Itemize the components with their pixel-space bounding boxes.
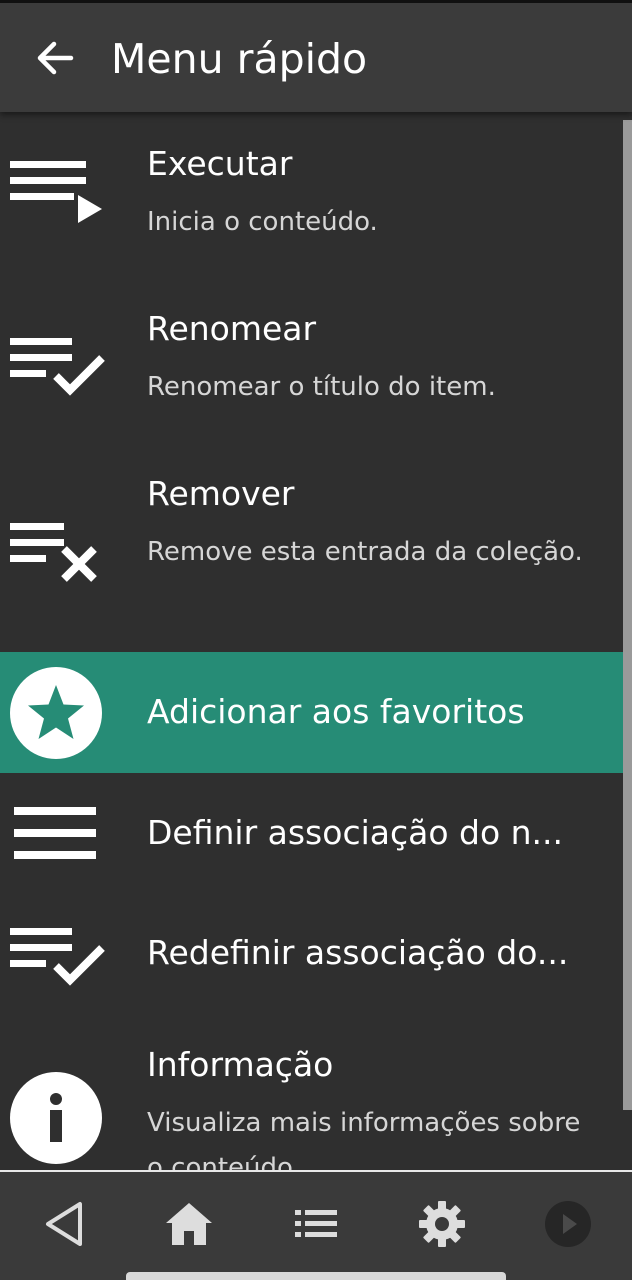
menu-item-label: Redefinir associação do... <box>147 933 569 972</box>
info-circle-icon <box>6 1071 106 1165</box>
menu-item-definir-associacao[interactable]: Definir associação do n... <box>0 773 623 893</box>
play-circle-icon <box>545 1201 591 1247</box>
menu-item-description: Renomear o título do item. <box>147 372 496 402</box>
menu-item-label: Renomear <box>147 309 317 348</box>
bottom-navigation-bar <box>0 1170 632 1280</box>
nav-settings-button[interactable] <box>412 1194 472 1254</box>
back-button[interactable] <box>22 25 88 91</box>
back-triangle-icon <box>46 1202 82 1246</box>
playlist-remove-icon <box>6 504 106 594</box>
gear-icon <box>419 1201 465 1247</box>
menu-item-description: Visualiza mais informações sobre o conte… <box>147 1108 581 1170</box>
menu-item-redefinir-associacao[interactable]: Redefinir associação do... <box>0 893 623 1013</box>
playlist-check-icon <box>6 319 106 409</box>
nav-home-button[interactable] <box>159 1194 219 1254</box>
nav-play-button[interactable] <box>538 1194 598 1254</box>
playlist-play-icon <box>6 148 106 238</box>
scrollbar[interactable] <box>623 120 632 1110</box>
menu-item-executar[interactable]: Executar Inicia o conteúdo. <box>0 112 623 277</box>
menu-item-label: Informação <box>147 1045 334 1084</box>
playlist-check-icon <box>6 909 106 999</box>
arrow-back-icon <box>37 41 74 75</box>
menu-item-label: Adicionar aos favoritos <box>147 692 525 731</box>
menu-item-renomear[interactable]: Renomear Renomear o título do item. <box>0 277 623 442</box>
list-icon <box>295 1210 337 1237</box>
menu-item-description: Inicia o conteúdo. <box>147 207 378 237</box>
star-circle-icon <box>6 666 106 760</box>
nav-list-button[interactable] <box>286 1194 346 1254</box>
menu-item-label: Executar <box>147 144 293 183</box>
home-icon <box>166 1203 212 1245</box>
menu-item-label: Remover <box>147 474 295 513</box>
page-title: Menu rápido <box>111 35 368 83</box>
menu-item-description: Remove esta entrada da coleção. <box>147 537 583 567</box>
menu-item-remover[interactable]: Remover Remove esta entrada da coleção. <box>0 442 623 652</box>
app-window: Menu rápido Executar Inicia o conteúdo. <box>0 0 632 1280</box>
gesture-handle[interactable] <box>126 1272 506 1280</box>
quick-menu-list: Executar Inicia o conteúdo. Renomear Ren… <box>0 112 623 1170</box>
menu-item-label: Definir associação do n... <box>147 813 564 852</box>
menu-lines-icon <box>6 788 106 878</box>
menu-item-adicionar-favoritos[interactable]: Adicionar aos favoritos <box>0 652 623 773</box>
header-bar: Menu rápido <box>0 3 632 112</box>
nav-back-button[interactable] <box>34 1194 94 1254</box>
menu-item-informacao[interactable]: Informação Visualiza mais informações so… <box>0 1013 623 1170</box>
